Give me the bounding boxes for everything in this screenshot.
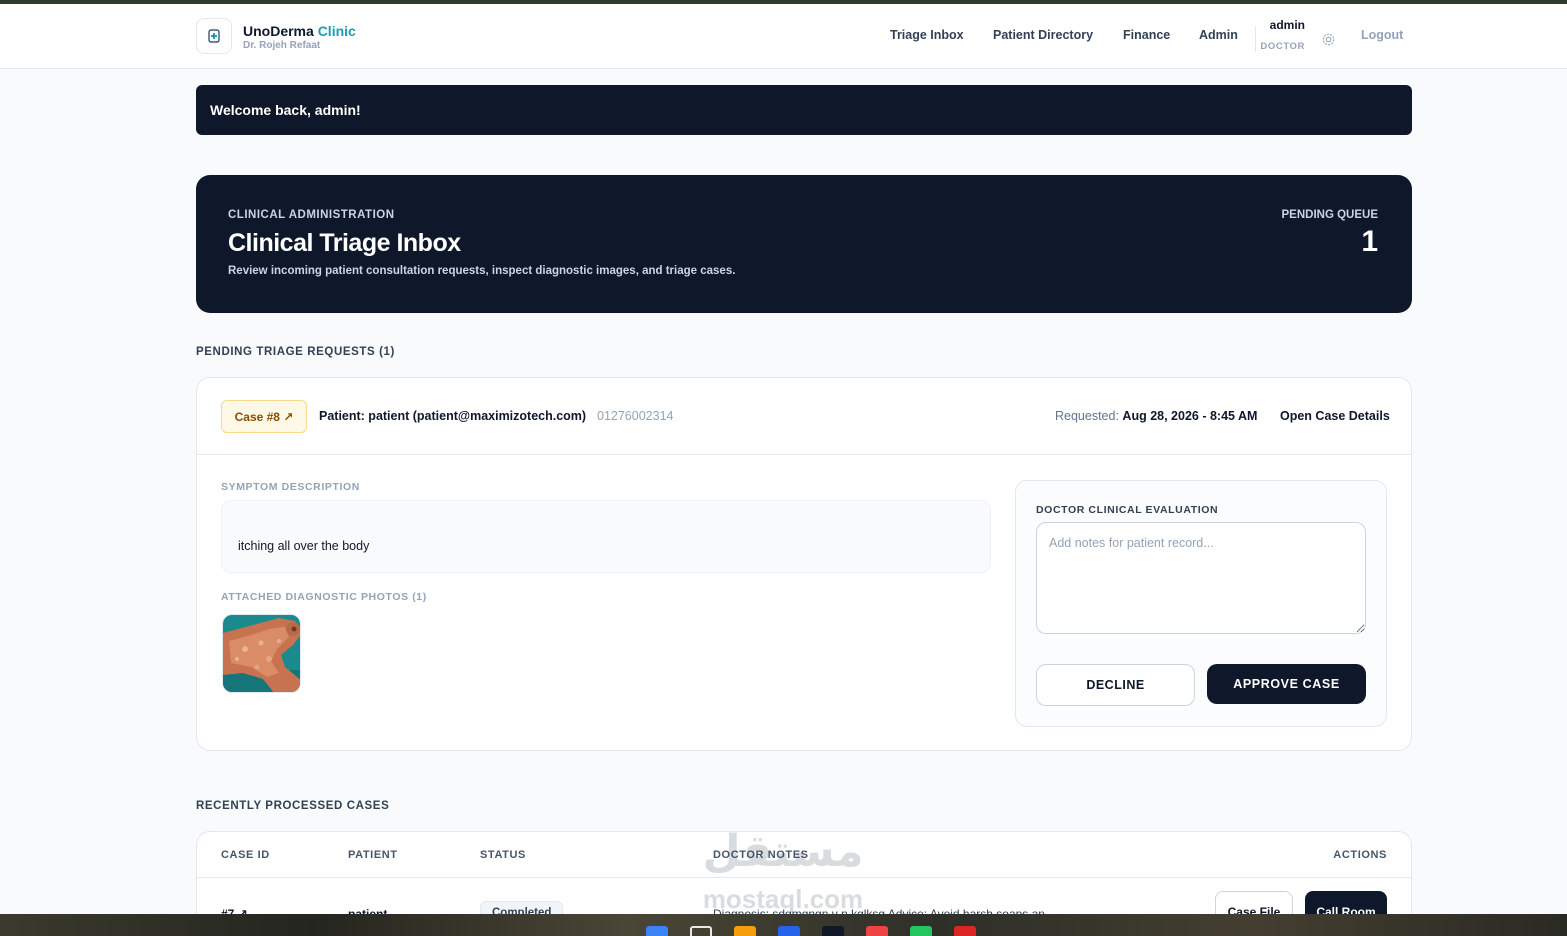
decline-button[interactable]: DECLINE — [1036, 664, 1195, 706]
hero-panel: CLINICAL ADMINISTRATION Clinical Triage … — [196, 175, 1412, 313]
clinic-logo-icon — [208, 29, 220, 43]
requested-value: Aug 28, 2026 - 8:45 AM — [1122, 409, 1258, 423]
brand-main: UnoDerma — [243, 23, 314, 39]
steam-icon[interactable] — [822, 926, 844, 936]
pending-queue-count: 1 — [1361, 225, 1378, 258]
triage-request-card: Case #8 ↗ Patient: patient (patient@maxi… — [196, 377, 1412, 751]
app-header: UnoDerma Clinic Dr. Rojeh Refaat Triage … — [0, 4, 1567, 69]
folder-icon[interactable] — [734, 926, 756, 936]
chrome-icon[interactable] — [866, 926, 888, 936]
triage-card-header: Case #8 ↗ Patient: patient (patient@maxi… — [197, 378, 1411, 455]
os-taskbar — [0, 914, 1567, 936]
open-case-details-link[interactable]: Open Case Details — [1280, 409, 1390, 423]
symptom-description: itching all over the body — [221, 500, 991, 573]
column-header-status: STATUS — [480, 849, 526, 861]
user-name: admin — [1269, 18, 1305, 32]
brand-name[interactable]: UnoDerma Clinic — [243, 23, 356, 39]
search-icon[interactable] — [690, 926, 712, 936]
requested-label: Requested: — [1055, 409, 1119, 423]
column-header-actions: ACTIONS — [1333, 849, 1387, 861]
pending-section-title: PENDING TRIAGE REQUESTS (1) — [196, 346, 395, 358]
requested-date: Requested: Aug 28, 2026 - 8:45 AM — [1055, 409, 1257, 423]
pending-queue-label: PENDING QUEUE — [1281, 209, 1379, 221]
app-icon[interactable] — [954, 926, 976, 936]
spotify-icon[interactable] — [910, 926, 932, 936]
browser-icon[interactable] — [778, 926, 800, 936]
diagnostic-photo-thumbnail[interactable] — [222, 614, 301, 693]
hero-kicker: CLINICAL ADMINISTRATION — [228, 209, 395, 221]
page-title: Clinical Triage Inbox — [228, 229, 461, 257]
patient-phone: 01276002314 — [597, 409, 674, 423]
evaluation-label: DOCTOR CLINICAL EVALUATION — [1036, 504, 1219, 516]
approve-case-button[interactable]: APPROVE CASE — [1207, 664, 1366, 704]
photos-label: ATTACHED DIAGNOSTIC PHOTOS (1) — [221, 591, 427, 603]
column-header-case-id: CASE ID — [221, 849, 270, 861]
column-header-patient: PATIENT — [348, 849, 398, 861]
logout-link[interactable]: Logout — [1361, 28, 1403, 42]
welcome-banner: Welcome back, admin! — [196, 85, 1412, 135]
recent-section-title: RECENTLY PROCESSED CASES — [196, 800, 390, 812]
patient-info: Patient: patient (patient@maximizotech.c… — [319, 409, 587, 423]
user-role: DOCTOR — [1260, 41, 1305, 52]
symptom-label: SYMPTOM DESCRIPTION — [221, 481, 360, 493]
doctor-evaluation-panel: DOCTOR CLINICAL EVALUATION DECLINE APPRO… — [1015, 480, 1387, 727]
hero-description: Review incoming patient consultation req… — [228, 265, 736, 277]
windows-start-icon[interactable] — [646, 926, 668, 936]
nav-finance[interactable]: Finance — [1123, 28, 1170, 42]
nav-patient-directory[interactable]: Patient Directory — [993, 28, 1093, 42]
clinical-notes-textarea[interactable] — [1036, 522, 1366, 634]
clinic-logo[interactable] — [196, 18, 232, 54]
gear-icon[interactable] — [1321, 32, 1336, 47]
case-badge-link[interactable]: Case #8 ↗ — [221, 400, 307, 433]
doctor-name: Dr. Rojeh Refaat — [243, 40, 321, 51]
nav-divider — [1255, 26, 1256, 52]
diagnostic-photo-image — [223, 615, 300, 692]
table-header-divider — [197, 877, 1411, 878]
brand-accent: Clinic — [317, 23, 356, 39]
nav-admin[interactable]: Admin — [1199, 28, 1238, 42]
column-header-doctor-notes: DOCTOR NOTES — [713, 849, 809, 861]
nav-triage-inbox[interactable]: Triage Inbox — [890, 28, 964, 42]
